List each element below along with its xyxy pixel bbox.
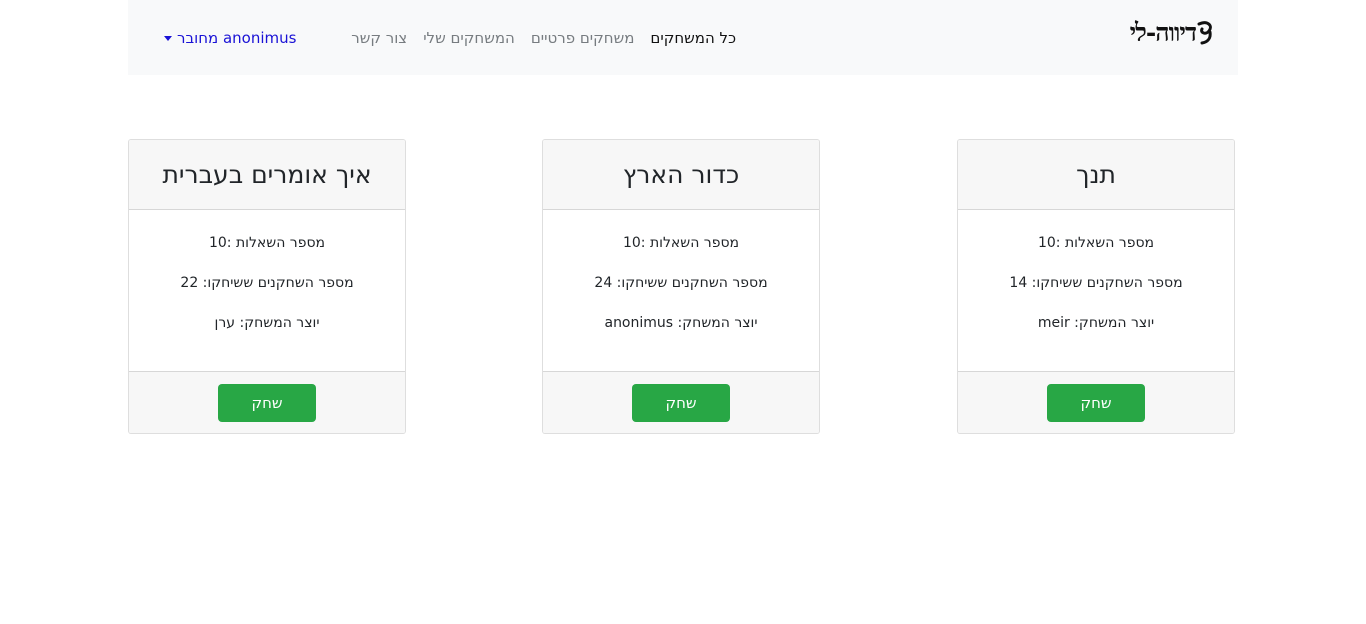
game-players-count: מספר השחקנים ששיחקו: 24 [594,275,768,291]
game-questions-count: מספר השאלות :10 [208,235,326,251]
game-card-footer: שחק [958,371,1234,433]
navbar: דיווה-לי כל המשחקים משחקים פרטיים המשחקי… [128,0,1238,75]
game-card-body: מספר השאלות :10 מספר השחקנים ששיחקו: 24 … [543,210,819,371]
game-players-count: מספר השחקנים ששיחקו: 14 [1009,275,1183,291]
caret-down-icon [164,35,172,41]
nav-links: כל המשחקים משחקים פרטיים המשחקים שלי צור… [351,27,736,49]
game-card-title: כדור הארץ [543,140,819,210]
game-creator: יוצר המשחק: ערן [214,315,320,331]
play-button[interactable]: שחק [632,384,730,422]
game-card-body: מספר השאלות :10 מספר השחקנים ששיחקו: 14 … [958,210,1234,371]
play-button[interactable]: שחק [218,384,316,422]
nav-link-private-games[interactable]: משחקים פרטיים [531,27,635,49]
game-players-count: מספר השחקנים ששיחקו: 22 [180,275,354,291]
game-card: תנך מספר השאלות :10 מספר השחקנים ששיחקו:… [957,139,1235,434]
game-questions-count: מספר השאלות :10 [622,235,740,251]
brand-logo[interactable]: דיווה-לי [1130,14,1214,52]
user-dropdown[interactable]: מחובר anonimus [164,27,296,49]
user-dropdown-label: מחובר anonimus [177,29,297,47]
game-card-footer: שחק [543,371,819,433]
nav-link-contact[interactable]: צור קשר [351,27,407,49]
logo-swirl-icon [1197,21,1212,45]
game-card-title: תנך [958,140,1234,210]
game-card: כדור הארץ מספר השאלות :10 מספר השחקנים ש… [542,139,820,434]
game-card-body: מספר השאלות :10 מספר השחקנים ששיחקו: 22 … [129,210,405,371]
game-creator: יוצר המשחק: meir [1037,315,1155,331]
game-card: איך אומרים בעברית מספר השאלות :10 מספר ה… [128,139,406,434]
game-creator: יוצר המשחק: anonimus [604,315,758,331]
brand-text: דיווה-לי [1129,18,1197,47]
game-card-title: איך אומרים בעברית [129,140,405,210]
game-card-footer: שחק [129,371,405,433]
nav-link-my-games[interactable]: המשחקים שלי [423,27,515,49]
game-questions-count: מספר השאלות :10 [1037,235,1155,251]
play-button[interactable]: שחק [1047,384,1145,422]
nav-link-all-games[interactable]: כל המשחקים [650,27,736,49]
